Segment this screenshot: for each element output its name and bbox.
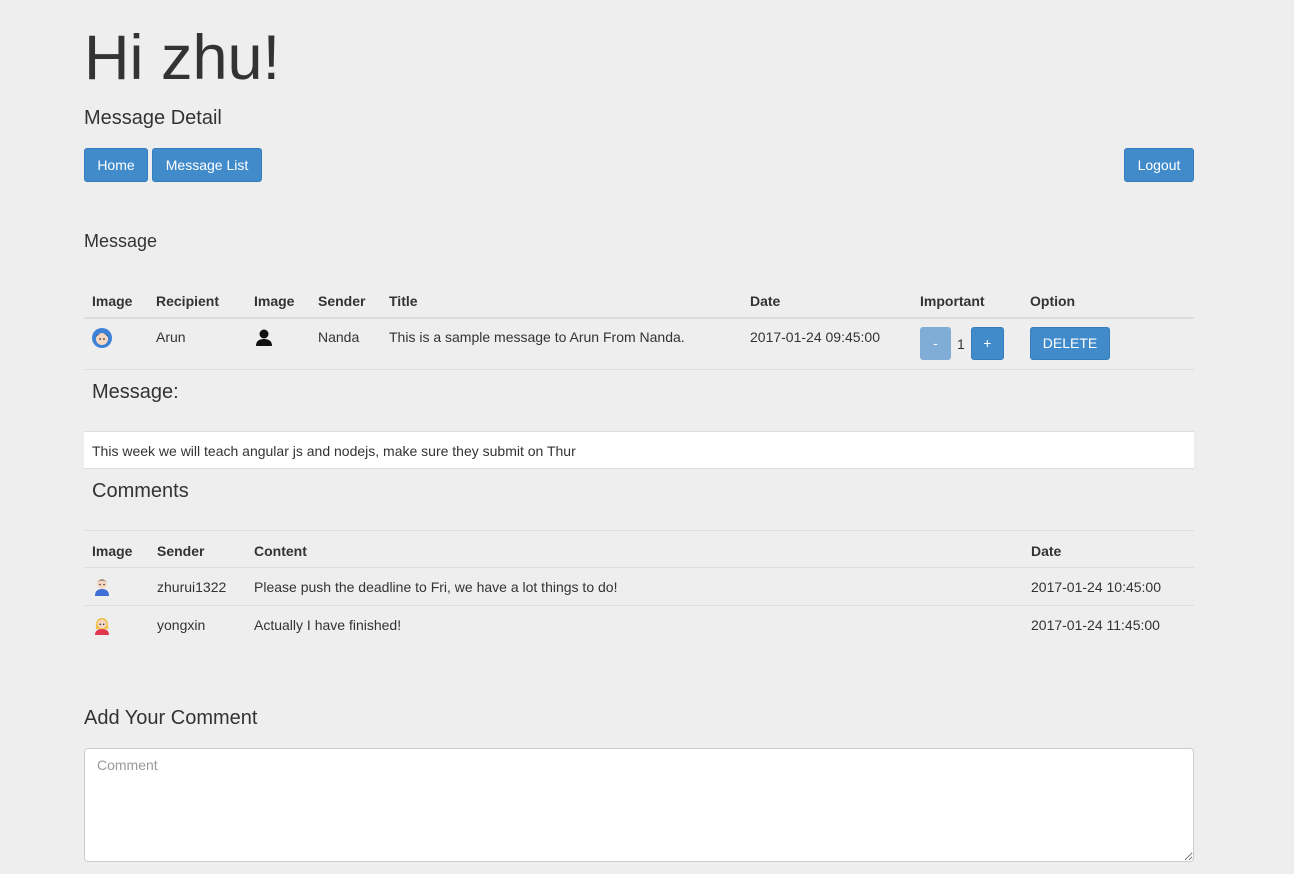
- message-heading: Message:: [92, 381, 179, 403]
- delete-button[interactable]: DELETE: [1030, 327, 1110, 360]
- column-header: Title: [381, 284, 742, 319]
- message-date: 2017-01-24 09:45:00: [742, 318, 912, 370]
- comments-table: Image Sender Content Date zhurui1322 Ple…: [84, 530, 1194, 644]
- column-header: Recipient: [148, 284, 246, 319]
- recipient-name: Arun: [148, 318, 246, 370]
- comments-table-header: Image Sender Content Date: [84, 530, 1194, 568]
- nav-bar: Home Message List Logout: [84, 148, 1194, 182]
- page-greeting: Hi zhu!: [84, 23, 281, 93]
- user-silhouette-icon: [256, 329, 272, 347]
- message-body: This week we will teach angular js and n…: [84, 431, 1194, 469]
- man-avatar-icon: [92, 328, 112, 349]
- message-title: This is a sample message to Arun From Na…: [381, 318, 742, 370]
- page-subtitle: Message Detail: [84, 107, 222, 129]
- column-header: Content: [246, 530, 1023, 568]
- table-row: yongxin Actually I have finished! 2017-0…: [84, 606, 1194, 644]
- column-header: Date: [1023, 530, 1194, 568]
- column-header: Sender: [149, 530, 246, 568]
- column-header: Option: [1022, 284, 1194, 319]
- message-table: Image Recipient Image Sender Title Date …: [84, 284, 1194, 370]
- decrease-importance-button[interactable]: -: [920, 327, 951, 360]
- table-row: Arun Nanda This is a sample message to A…: [84, 318, 1194, 370]
- add-comment-heading: Add Your Comment: [84, 707, 258, 729]
- table-row: zhurui1322 Please push the deadline to F…: [84, 567, 1194, 607]
- home-button[interactable]: Home: [84, 148, 148, 182]
- comment-content: Actually I have finished!: [254, 617, 402, 634]
- column-header: Image: [84, 284, 148, 319]
- column-header: Sender: [310, 284, 381, 319]
- woman-avatar-icon: [95, 617, 109, 635]
- comment-content: Please push the deadline to Fri, we have…: [246, 567, 1023, 607]
- man-avatar-icon: [95, 579, 109, 597]
- message-table-header: Image Recipient Image Sender Title Date …: [84, 284, 1194, 319]
- comments-heading: Comments: [92, 480, 189, 502]
- column-header: Date: [742, 284, 912, 319]
- importance-value: 1: [957, 335, 965, 352]
- sender-name: Nanda: [310, 318, 381, 370]
- importance-stepper: - 1 +: [920, 327, 1014, 360]
- logout-button[interactable]: Logout: [1124, 148, 1194, 182]
- column-header: Important: [912, 284, 1022, 319]
- comment-date: 2017-01-24 10:45:00: [1023, 567, 1194, 607]
- column-header: Image: [84, 530, 149, 568]
- comment-input[interactable]: [84, 748, 1194, 862]
- message-section-label: Message: [84, 231, 158, 251]
- column-header: Image: [246, 284, 310, 319]
- comment-sender: yongxin: [157, 617, 206, 634]
- comment-sender: zhurui1322: [149, 567, 246, 607]
- message-list-button[interactable]: Message List: [152, 148, 262, 182]
- comment-date: 2017-01-24 11:45:00: [1031, 617, 1160, 634]
- increase-importance-button[interactable]: +: [970, 327, 1004, 360]
